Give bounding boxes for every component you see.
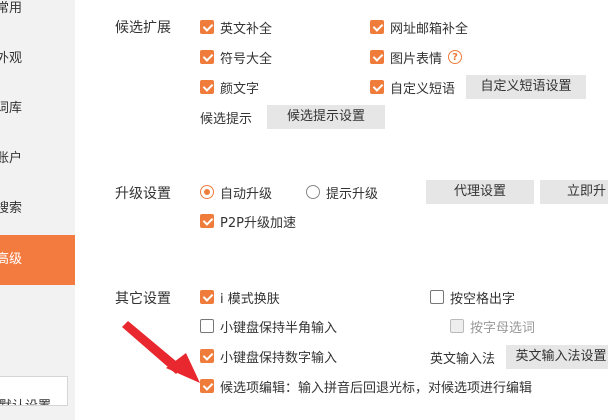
sidebar: 常用 外观 词库 账户 搜索 高级 默认设置 xyxy=(0,0,75,420)
english-completion-checkbox[interactable] xyxy=(200,20,214,34)
sidebar-item-label: 搜索 xyxy=(0,201,23,216)
space-output-checkbox[interactable] xyxy=(430,290,444,304)
p2p-acceleration-checkbox[interactable] xyxy=(200,214,214,228)
help-icon[interactable]: ? xyxy=(448,50,463,64)
keep-digits-option[interactable]: 小键盘保持数字输入 xyxy=(200,347,338,366)
custom-phrase-settings-button[interactable]: 自定义短语设置 xyxy=(466,75,586,99)
edit-candidates-checkbox[interactable] xyxy=(200,379,214,393)
auto-upgrade-option[interactable]: 自动升级 xyxy=(200,183,273,202)
space-output-option[interactable]: 按空格出字 xyxy=(430,288,516,307)
half-width-checkbox[interactable] xyxy=(200,319,214,333)
sidebar-item-label: 高级 xyxy=(0,252,23,267)
half-width-option[interactable]: 小键盘保持半角输入 xyxy=(200,317,338,336)
candidate-hint-settings-button[interactable]: 候选提示设置 xyxy=(267,105,385,129)
english-completion-label: 英文补全 xyxy=(220,21,273,37)
i-mode-skin-checkbox[interactable] xyxy=(200,290,214,304)
image-emoji-label: 图片表情 xyxy=(390,51,443,67)
space-output-label: 按空格出字 xyxy=(450,291,516,307)
kaomoji-checkbox[interactable] xyxy=(200,80,214,94)
edit-candidates-label: 候选项编辑：输入拼音后回退光标，对候选项进行编辑 xyxy=(220,380,533,396)
letter-select-checkbox[interactable] xyxy=(450,319,464,333)
sidebar-item-label: 词库 xyxy=(0,101,23,116)
custom-phrase-checkbox[interactable] xyxy=(370,80,384,94)
reset-defaults-button[interactable]: 默认设置 xyxy=(0,376,68,406)
sidebar-item-account[interactable]: 账户 xyxy=(0,134,75,184)
letter-select-option[interactable]: 按字母选词 xyxy=(450,317,536,336)
upgrade-section-title: 升级设置 xyxy=(115,186,171,202)
english-method-settings-button[interactable]: 英文输入法设置 xyxy=(506,345,608,369)
upgrade-now-button[interactable]: 立即升 xyxy=(540,180,608,204)
i-mode-skin-option[interactable]: i 模式换肤 xyxy=(200,288,280,307)
sidebar-item-search[interactable]: 搜索 xyxy=(0,184,75,234)
symbols-option[interactable]: 符号大全 xyxy=(200,48,273,67)
candidate-hint-label: 候选提示 xyxy=(200,112,253,127)
prompt-upgrade-radio[interactable] xyxy=(306,185,320,199)
sidebar-item-dictionary[interactable]: 词库 xyxy=(0,84,75,134)
kaomoji-option[interactable]: 颜文字 xyxy=(200,78,260,97)
edit-candidates-option[interactable]: 候选项编辑：输入拼音后回退光标，对候选项进行编辑 xyxy=(200,377,533,396)
sidebar-item-appearance[interactable]: 外观 xyxy=(0,34,75,84)
auto-upgrade-radio[interactable] xyxy=(200,185,214,199)
sidebar-item-advanced[interactable]: 高级 xyxy=(0,235,75,285)
i-mode-skin-label: i 模式换肤 xyxy=(220,291,280,307)
custom-phrase-label: 自定义短语 xyxy=(390,81,456,97)
english-method-label: 英文输入法 xyxy=(430,352,496,367)
p2p-acceleration-label: P2P升级加速 xyxy=(220,215,296,231)
auto-upgrade-label: 自动升级 xyxy=(220,186,273,202)
letter-select-label: 按字母选词 xyxy=(470,320,536,336)
url-email-completion-checkbox[interactable] xyxy=(370,20,384,34)
kaomoji-label: 颜文字 xyxy=(220,81,260,97)
symbols-checkbox[interactable] xyxy=(200,50,214,64)
url-email-completion-label: 网址邮箱补全 xyxy=(390,21,469,37)
keep-digits-label: 小键盘保持数字输入 xyxy=(220,350,338,366)
custom-phrase-option[interactable]: 自定义短语 xyxy=(370,78,456,97)
sidebar-item-common[interactable]: 常用 xyxy=(0,0,75,34)
english-completion-option[interactable]: 英文补全 xyxy=(200,18,273,37)
prompt-upgrade-option[interactable]: 提示升级 xyxy=(306,183,379,202)
other-section-title: 其它设置 xyxy=(115,291,171,307)
candidates-section-title: 候选扩展 xyxy=(115,20,171,36)
symbols-label: 符号大全 xyxy=(220,51,273,67)
prompt-upgrade-label: 提示升级 xyxy=(326,186,379,202)
p2p-acceleration-option[interactable]: P2P升级加速 xyxy=(200,212,296,231)
sidebar-item-label: 外观 xyxy=(0,51,23,66)
url-email-completion-option[interactable]: 网址邮箱补全 xyxy=(370,18,469,37)
image-emoji-option[interactable]: 图片表情 ? xyxy=(370,48,463,67)
sidebar-item-label: 账户 xyxy=(0,151,23,166)
proxy-settings-button[interactable]: 代理设置 xyxy=(426,180,534,204)
image-emoji-checkbox[interactable] xyxy=(370,50,384,64)
sidebar-item-label: 常用 xyxy=(0,1,23,16)
half-width-label: 小键盘保持半角输入 xyxy=(220,320,338,336)
keep-digits-checkbox[interactable] xyxy=(200,349,214,363)
